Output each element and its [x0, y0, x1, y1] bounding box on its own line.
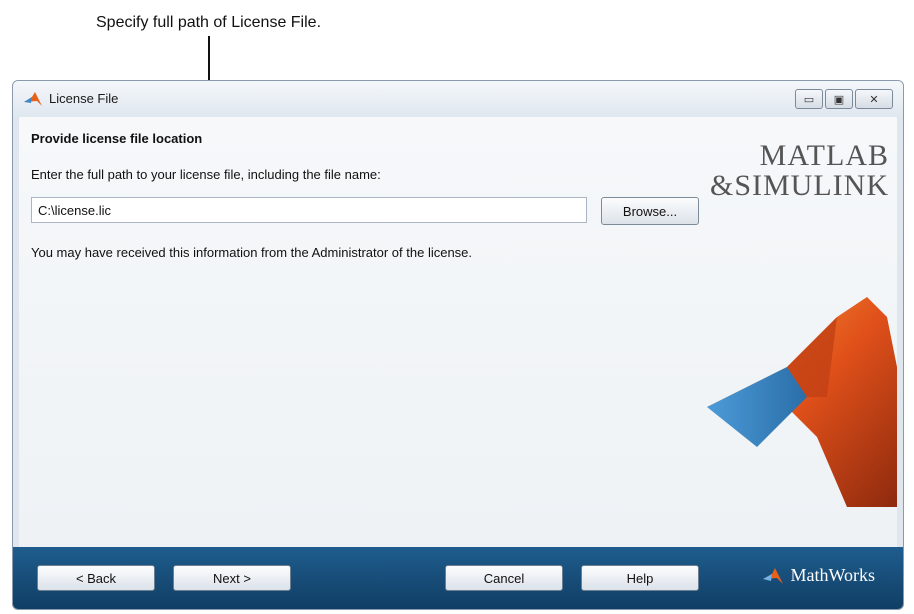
matlab-membrane-graphic — [707, 297, 897, 507]
cancel-button[interactable]: Cancel — [445, 565, 563, 591]
matlab-wordmark: MATLAB — [759, 139, 889, 172]
simulink-wordmark: &SIMULINK — [710, 169, 889, 202]
info-text: You may have received this information f… — [31, 245, 473, 260]
browse-button[interactable]: Browse... — [601, 197, 699, 225]
license-file-window: License File ▭ ▣ ✕ Provide license file … — [12, 80, 904, 610]
close-button[interactable]: ✕ — [855, 89, 893, 109]
mathworks-wordmark: MathWorks — [790, 565, 875, 585]
mathworks-logo: MathWorks — [762, 565, 875, 586]
minimize-button[interactable]: ▭ — [795, 89, 823, 109]
screenshot-stage: Specify full path of License File. Licen… — [0, 0, 914, 614]
page-heading: Provide license file location — [31, 131, 203, 146]
close-icon: ✕ — [869, 93, 879, 106]
maximize-icon: ▣ — [833, 93, 845, 106]
maximize-button[interactable]: ▣ — [825, 89, 853, 109]
help-button[interactable]: Help — [581, 565, 699, 591]
matlab-simulink-logo: MATLAB &SIMULINK — [689, 141, 889, 201]
dialog-content: Provide license file location Enter the … — [19, 117, 897, 549]
license-path-input[interactable] — [31, 197, 587, 223]
window-title: License File — [49, 91, 119, 106]
minimize-icon: ▭ — [803, 93, 815, 106]
mathworks-logo-icon — [763, 567, 784, 584]
window-controls: ▭ ▣ ✕ — [795, 89, 893, 109]
annotation-callout-text: Specify full path of License File. — [96, 14, 322, 31]
next-button[interactable]: Next > — [173, 565, 291, 591]
instruction-label: Enter the full path to your license file… — [31, 167, 381, 182]
title-bar[interactable]: License File ▭ ▣ ✕ — [13, 81, 903, 117]
back-button[interactable]: < Back — [37, 565, 155, 591]
footer-bar: < Back Next > Cancel Help MathWorks — [13, 547, 903, 609]
matlab-membrane-icon — [24, 92, 42, 106]
